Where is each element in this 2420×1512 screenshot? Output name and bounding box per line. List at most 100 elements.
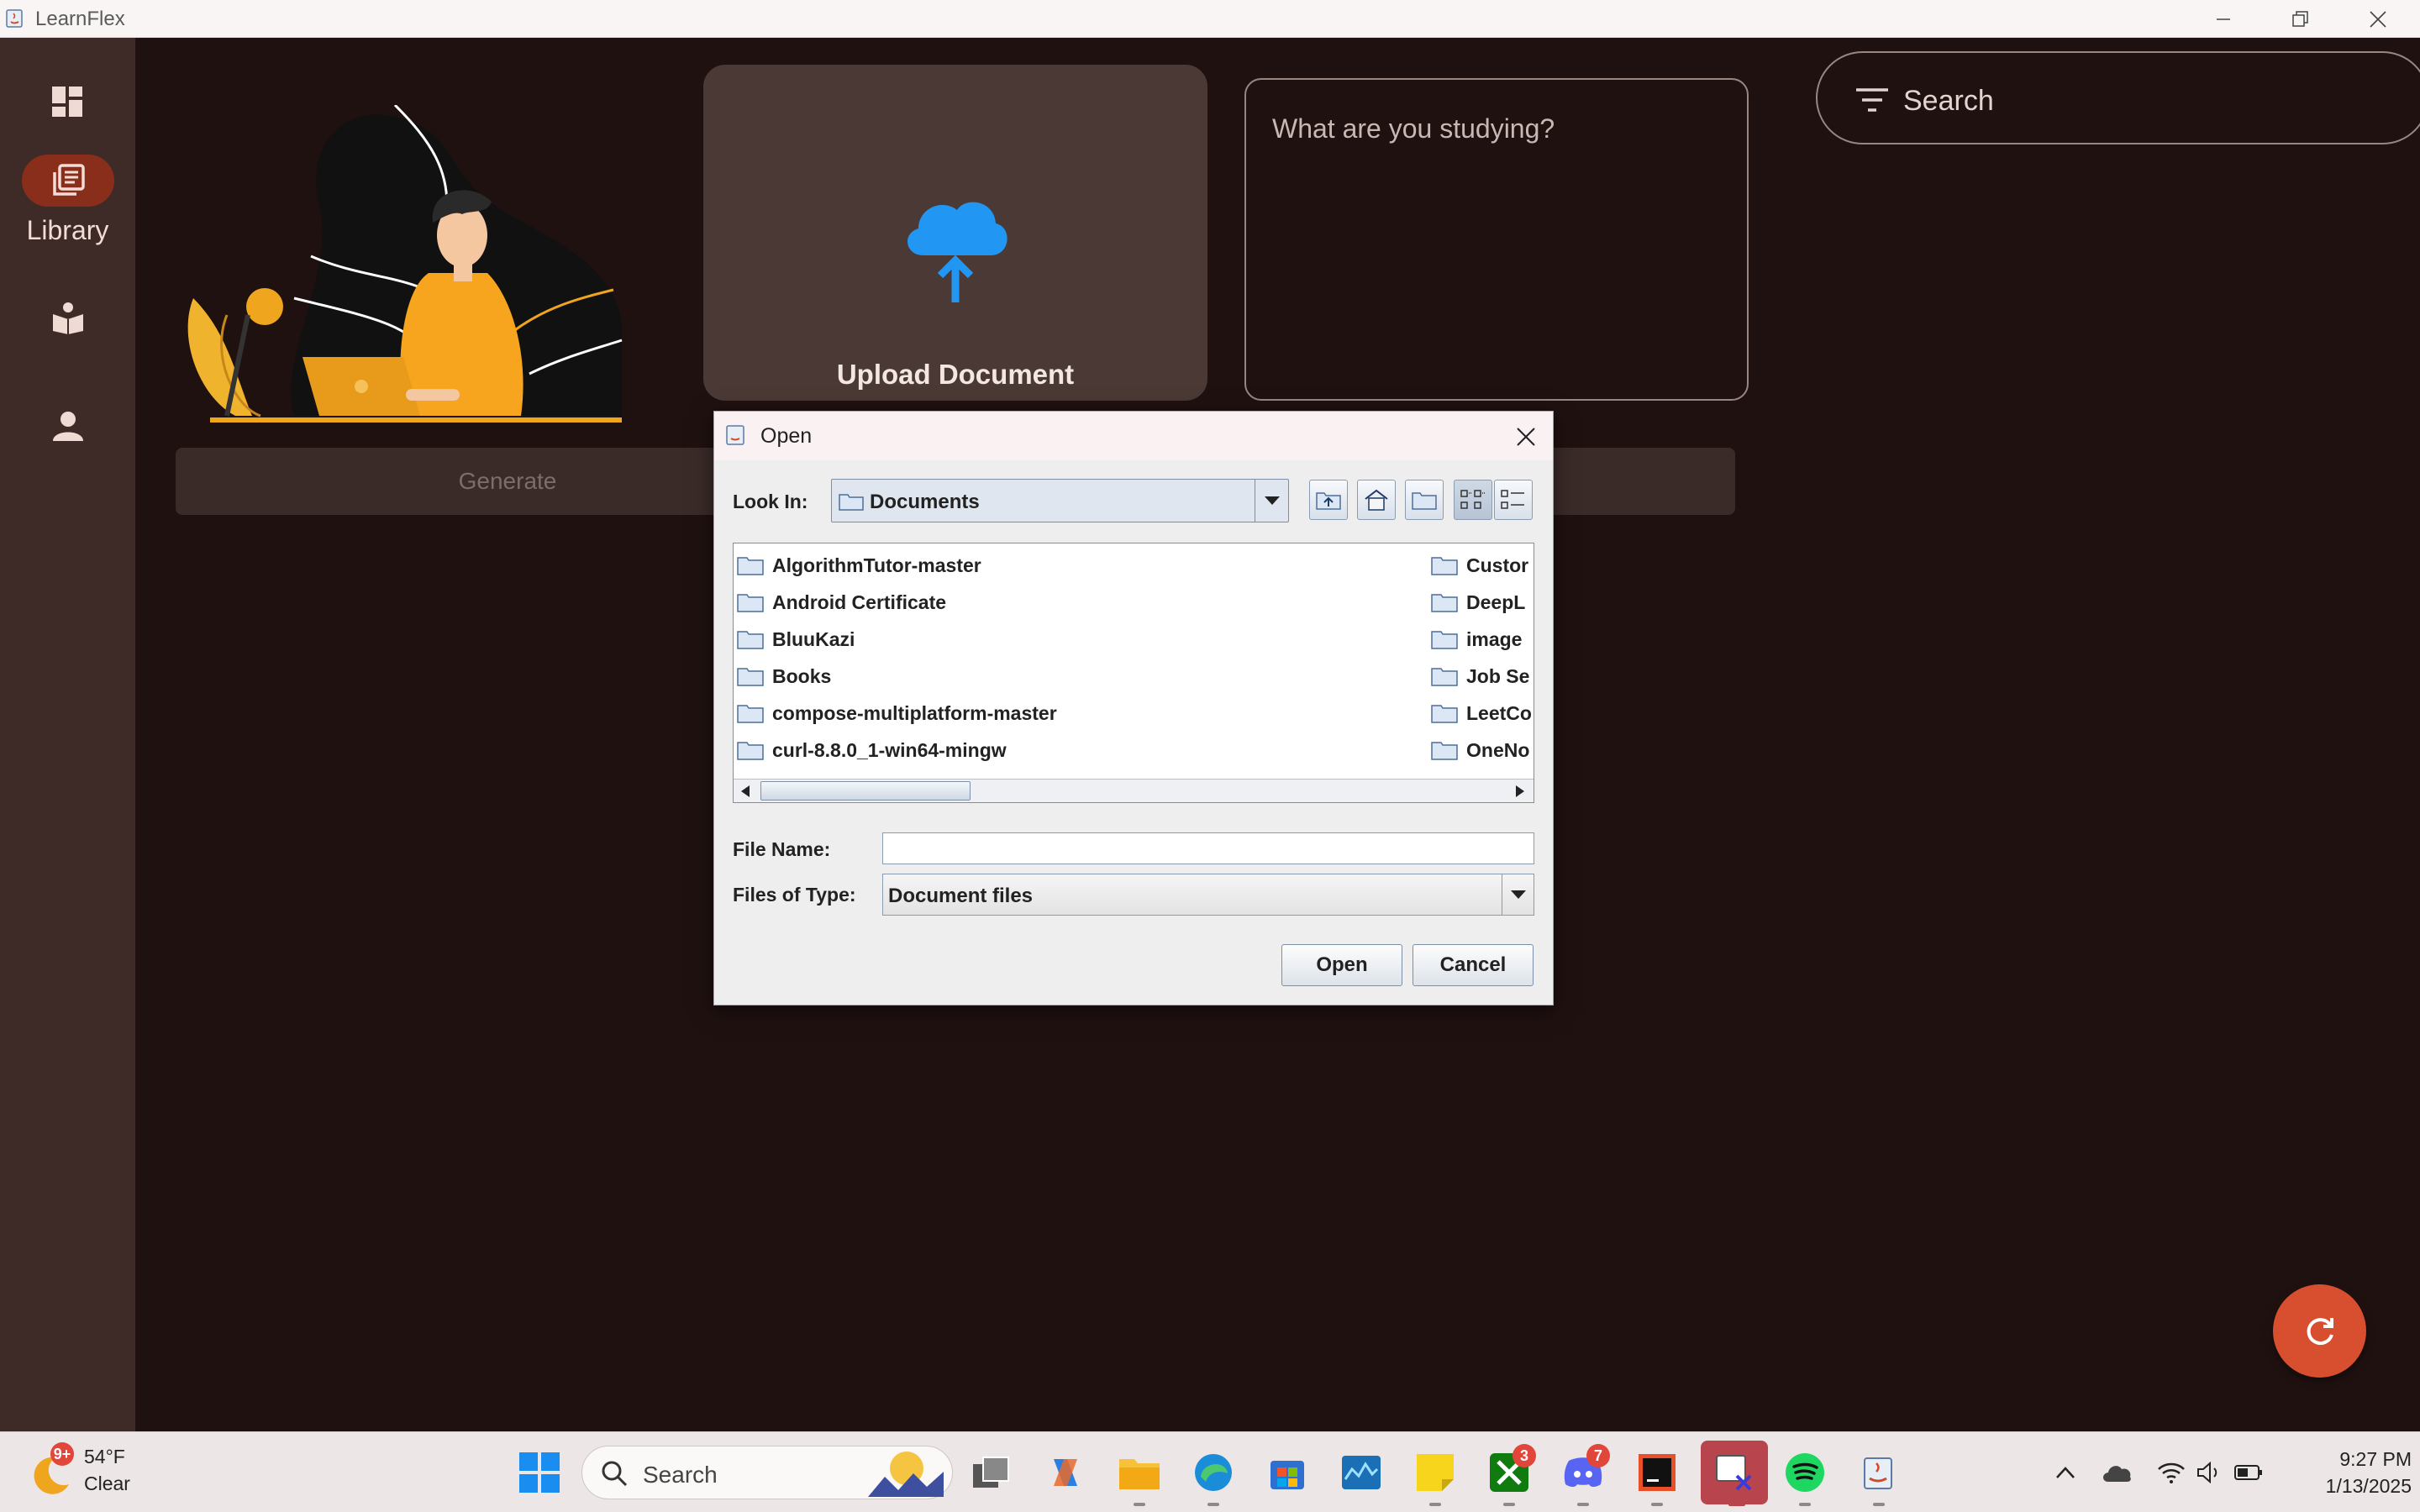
taskbar-search[interactable]: Search [581, 1446, 953, 1499]
filter-icon[interactable] [1856, 88, 1888, 112]
clock-date: 1/13/2025 [2325, 1475, 2412, 1497]
horizontal-scrollbar[interactable] [734, 779, 1534, 802]
chevron-down-icon[interactable] [1502, 874, 1534, 915]
running-indicator [1207, 1503, 1219, 1506]
wifi-icon [2158, 1462, 2185, 1483]
open-button[interactable]: Open [1281, 944, 1402, 986]
intellij-button[interactable] [1634, 1449, 1681, 1496]
folder-icon [1431, 742, 1458, 760]
minimize-icon [2217, 18, 2230, 20]
copilot-button[interactable] [1042, 1449, 1089, 1496]
list-item[interactable]: DeepL [1431, 585, 1525, 619]
new-folder-button[interactable] [1405, 480, 1444, 520]
file-explorer-button[interactable] [1116, 1449, 1163, 1496]
upload-document-card[interactable]: Upload Document [703, 65, 1207, 401]
intellij-icon [1639, 1454, 1676, 1491]
study-topic-textarea[interactable]: What are you studying? [1244, 78, 1749, 401]
home-button[interactable] [1357, 480, 1396, 520]
edge-button[interactable] [1190, 1449, 1237, 1496]
chevron-down-icon[interactable] [1255, 480, 1288, 522]
rail-item-library[interactable]: Library [0, 155, 135, 246]
snipping-tool-icon [1716, 1455, 1752, 1491]
reading-icon [52, 302, 83, 334]
java-app-icon [726, 425, 744, 445]
folder-icon [839, 494, 864, 511]
activity-monitor-icon [1342, 1456, 1381, 1489]
taskbar: 9+ 54°F Clear Search 3 7 9:27 PM 1/13/20… [0, 1431, 2420, 1512]
file-name: Custor [1466, 554, 1529, 576]
java-app-icon [6, 9, 23, 28]
close-icon [1517, 428, 1535, 446]
profile-pill [22, 400, 114, 452]
sticky-notes-button[interactable] [1412, 1449, 1459, 1496]
refresh-icon [2307, 1317, 2333, 1345]
scroll-left-icon[interactable] [734, 780, 757, 802]
windows-icon [519, 1452, 560, 1493]
list-item[interactable]: Job Se [1431, 659, 1529, 693]
refresh-button[interactable] [2273, 1284, 2366, 1378]
search-bar[interactable]: Search [1816, 51, 2420, 144]
running-indicator [1429, 1503, 1441, 1506]
battery-button[interactable] [2228, 1449, 2269, 1496]
rail-item-dashboard[interactable] [0, 76, 135, 129]
file-type-value: Document files [888, 885, 1034, 907]
window-title-bar: LearnFlex [0, 0, 2420, 38]
list-item[interactable]: LeetCo [1431, 696, 1532, 730]
weather-condition: Clear [84, 1473, 130, 1494]
java-app-button[interactable] [1855, 1449, 1902, 1496]
rail-item-profile[interactable] [0, 400, 135, 452]
list-item[interactable]: Custor [1431, 549, 1528, 582]
file-name: Android Certificate [772, 591, 947, 613]
profile-icon [52, 412, 83, 441]
list-item[interactable]: AlgorithmTutor-master [737, 549, 981, 582]
details-view-button[interactable] [1494, 480, 1533, 520]
monitor-app-button[interactable] [1338, 1449, 1385, 1496]
list-item[interactable]: Android Certificate [737, 585, 946, 619]
close-window-button[interactable] [2339, 0, 2417, 38]
file-name: Job Se [1466, 664, 1530, 687]
rail-item-reading[interactable] [0, 291, 135, 344]
look-in-dropdown[interactable]: Documents [831, 479, 1289, 522]
start-button[interactable] [516, 1449, 563, 1496]
restore-button[interactable] [2262, 0, 2339, 38]
folder-icon [737, 742, 764, 760]
java-icon [1864, 1457, 1892, 1489]
clock[interactable]: 9:27 PM 1/13/2025 [2269, 1446, 2412, 1499]
show-hidden-icons-button[interactable] [2042, 1449, 2089, 1496]
list-item[interactable]: BluuKazi [737, 622, 855, 656]
file-name-field[interactable] [882, 832, 1534, 864]
onedrive-button[interactable] [2096, 1449, 2138, 1496]
copilot-icon [1054, 1459, 1077, 1486]
list-view-button[interactable] [1454, 480, 1492, 520]
study-topic-placeholder: What are you studying? [1272, 113, 1555, 144]
list-item[interactable]: OneNo [1431, 733, 1529, 767]
sticky-notes-icon [1417, 1454, 1454, 1491]
file-list[interactable]: AlgorithmTutor-master Android Certificat… [733, 543, 1534, 803]
minimize-button[interactable] [2185, 0, 2262, 38]
cloud-icon [2103, 1466, 2131, 1482]
dialog-close-button[interactable] [1509, 420, 1543, 454]
file-name: DeepL [1466, 591, 1526, 613]
task-view-button[interactable] [968, 1449, 1015, 1496]
cancel-button[interactable]: Cancel [1413, 944, 1534, 986]
restore-icon [2292, 10, 2308, 27]
spotify-button[interactable] [1781, 1449, 1828, 1496]
up-one-level-button[interactable] [1309, 480, 1348, 520]
scrollbar-thumb[interactable] [760, 781, 971, 801]
list-item[interactable]: image [1431, 622, 1522, 656]
list-view-icon [1460, 490, 1485, 509]
scroll-right-icon[interactable] [1508, 780, 1532, 802]
file-type-dropdown[interactable]: Document files [882, 874, 1534, 916]
list-item[interactable]: curl-8.8.0_1-win64-mingw [737, 733, 1007, 767]
task-view-icon [973, 1457, 1009, 1488]
folder-icon [737, 557, 764, 575]
store-button[interactable] [1264, 1449, 1311, 1496]
volume-button[interactable] [2190, 1449, 2230, 1496]
details-view-icon [1501, 490, 1524, 509]
snipping-tool-button[interactable] [1701, 1441, 1768, 1504]
running-indicator [1503, 1503, 1515, 1506]
wifi-button[interactable] [2151, 1449, 2191, 1496]
cloud-upload-icon [908, 202, 1007, 302]
list-item[interactable]: compose-multiplatform-master [737, 696, 1057, 730]
list-item[interactable]: Books [737, 659, 831, 693]
